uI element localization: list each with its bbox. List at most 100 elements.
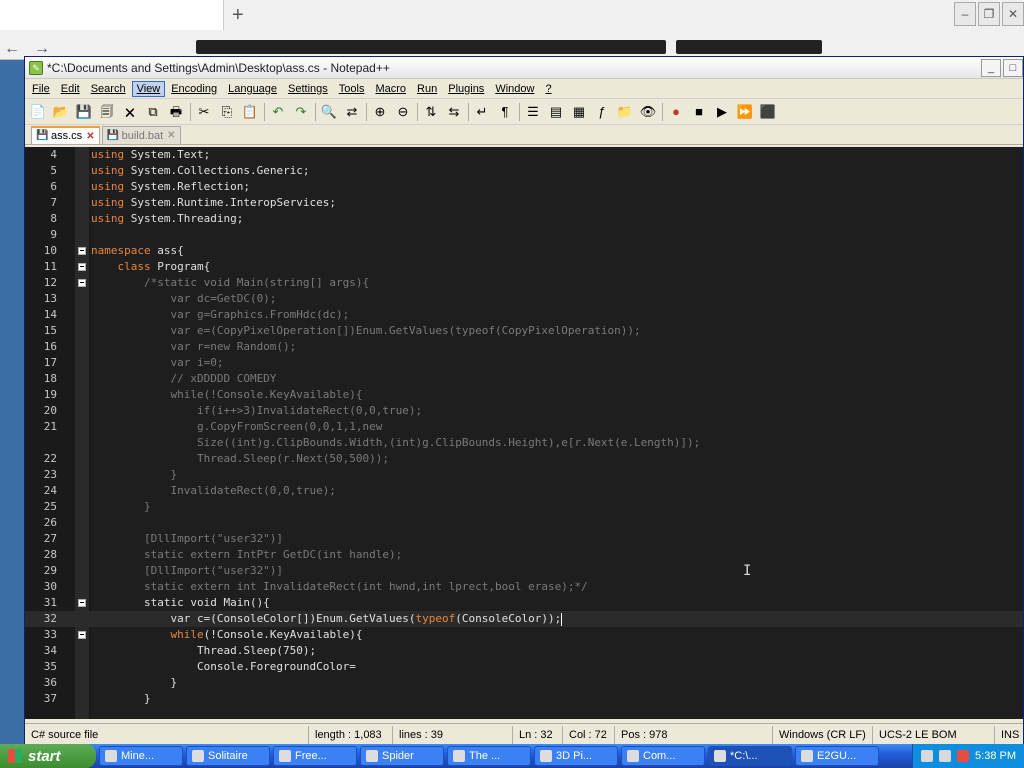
browser-minimize-icon[interactable]: – xyxy=(954,2,976,26)
paste-icon[interactable]: 📋 xyxy=(241,103,259,121)
copy-icon[interactable]: ⎘ xyxy=(218,103,236,121)
title-bar[interactable]: ✎ *C:\Documents and Settings\Admin\Deskt… xyxy=(25,57,1023,79)
print-icon[interactable]: 🖶 xyxy=(167,103,185,121)
code-line[interactable]: 31 static void Main(){ xyxy=(25,595,1023,611)
code-line[interactable]: 21 g.CopyFromScreen(0,0,1,1,new xyxy=(25,419,1023,435)
save-all-icon[interactable]: 🗐 xyxy=(98,103,116,121)
code-line[interactable]: 36 } xyxy=(25,675,1023,691)
maximize-icon[interactable]: □ xyxy=(1003,58,1023,77)
code-line[interactable]: Size((int)g.ClipBounds.Width,(int)g.Clip… xyxy=(25,435,1023,451)
menu-item-view[interactable]: View xyxy=(131,80,166,97)
menu-item-help[interactable]: ? xyxy=(540,81,556,97)
find-icon[interactable]: 🔍 xyxy=(320,103,338,121)
close-file-icon[interactable]: 🗙 xyxy=(121,103,139,121)
menu-item-tools[interactable]: Tools xyxy=(334,81,370,97)
tab-build-bat[interactable]: 💾 build.bat ✕ xyxy=(101,126,181,144)
code-line[interactable]: 4 using System.Text; xyxy=(25,147,1023,163)
fold-toggle-icon[interactable] xyxy=(78,247,86,255)
folder-workspace-icon[interactable]: 📁 xyxy=(616,103,634,121)
menu-item-encoding[interactable]: Encoding xyxy=(166,81,222,97)
network-icon[interactable] xyxy=(939,750,952,762)
status-eol[interactable]: Windows (CR LF) xyxy=(773,725,873,744)
fold-toggle-icon[interactable] xyxy=(78,263,86,271)
redo-icon[interactable]: ↷ xyxy=(292,103,310,121)
monitoring-icon[interactable]: 👁 xyxy=(639,103,657,121)
code-line[interactable]: 27 [DllImport("user32")] xyxy=(25,531,1023,547)
code-line[interactable]: 15 var e=(CopyPixelOperation[])Enum.GetV… xyxy=(25,323,1023,339)
tab-ass-cs[interactable]: 💾 ass.cs ✕ xyxy=(31,126,100,144)
code-line[interactable]: 6 using System.Reflection; xyxy=(25,179,1023,195)
tab-close-icon[interactable]: ✕ xyxy=(86,131,94,142)
close-all-icon[interactable]: ⧉ xyxy=(144,103,162,121)
macro-record-icon[interactable]: ● xyxy=(667,103,685,121)
word-wrap-icon[interactable]: ↵ xyxy=(473,103,491,121)
new-tab-plus-icon[interactable]: + xyxy=(232,4,244,27)
sync-vertical-icon[interactable]: ⇅ xyxy=(422,103,440,121)
fold-toggle-icon[interactable] xyxy=(78,279,86,287)
code-line[interactable]: 24 InvalidateRect(0,0,true); xyxy=(25,483,1023,499)
code-line[interactable]: 29 [DllImport("user32")] xyxy=(25,563,1023,579)
fold-toggle-icon[interactable] xyxy=(78,631,86,639)
menu-item-language[interactable]: Language xyxy=(223,81,282,97)
taskbar-task[interactable]: Free... xyxy=(273,746,357,766)
function-list-icon[interactable]: ƒ xyxy=(593,103,611,121)
taskbar-task[interactable]: Mine... xyxy=(99,746,183,766)
macro-save-icon[interactable]: ⬛ xyxy=(759,103,777,121)
code-line[interactable]: 7 using System.Runtime.InteropServices; xyxy=(25,195,1023,211)
keyboard-icon[interactable] xyxy=(921,750,934,762)
show-all-chars-icon[interactable]: ¶ xyxy=(496,103,514,121)
taskbar-task[interactable]: Spider xyxy=(360,746,444,766)
code-line[interactable]: 13 var dc=GetDC(0); xyxy=(25,291,1023,307)
cut-icon[interactable]: ✂ xyxy=(195,103,213,121)
menu-item-plugins[interactable]: Plugins xyxy=(443,81,489,97)
taskbar-task[interactable]: *C:\... xyxy=(708,746,792,766)
doc-map-icon[interactable]: ▦ xyxy=(570,103,588,121)
tab-close-icon[interactable]: ✕ xyxy=(167,130,175,141)
code-line[interactable]: 11 class Program{ xyxy=(25,259,1023,275)
code-line[interactable]: 16 var r=new Random(); xyxy=(25,339,1023,355)
start-button[interactable]: start xyxy=(0,744,96,768)
taskbar-task[interactable]: Com... xyxy=(621,746,705,766)
browser-close-icon[interactable]: ✕ xyxy=(1002,2,1024,26)
sync-horizontal-icon[interactable]: ⇆ xyxy=(445,103,463,121)
code-line[interactable]: 19 while(!Console.KeyAvailable){ xyxy=(25,387,1023,403)
open-file-icon[interactable]: 📂 xyxy=(52,103,70,121)
code-line[interactable]: 14 var g=Graphics.FromHdc(dc); xyxy=(25,307,1023,323)
menu-item-search[interactable]: Search xyxy=(86,81,131,97)
menu-item-macro[interactable]: Macro xyxy=(370,81,411,97)
code-line[interactable]: 8 using System.Threading; xyxy=(25,211,1023,227)
replace-icon[interactable]: ⇄ xyxy=(343,103,361,121)
shield-icon[interactable] xyxy=(957,750,970,762)
undo-icon[interactable]: ↶ xyxy=(269,103,287,121)
menu-item-file[interactable]: File xyxy=(27,81,55,97)
clock[interactable]: 5:38 PM xyxy=(975,750,1016,762)
code-line[interactable]: 5 using System.Collections.Generic; xyxy=(25,163,1023,179)
code-line[interactable]: 33 while(!Console.KeyAvailable){ xyxy=(25,627,1023,643)
code-line[interactable]: 32 var c=(ConsoleColor[])Enum.GetValues(… xyxy=(25,611,1023,627)
taskbar-task[interactable]: 3D Pi... xyxy=(534,746,618,766)
code-line[interactable]: 18 // xDDDDD COMEDY xyxy=(25,371,1023,387)
code-line[interactable]: 10 namespace ass{ xyxy=(25,243,1023,259)
status-encoding[interactable]: UCS-2 LE BOM xyxy=(873,725,995,744)
udl-icon[interactable]: ▤ xyxy=(547,103,565,121)
macro-run-multiple-icon[interactable]: ⏩ xyxy=(736,103,754,121)
code-line[interactable]: 28 static extern IntPtr GetDC(int handle… xyxy=(25,547,1023,563)
code-line[interactable]: 9 xyxy=(25,227,1023,243)
minimize-icon[interactable]: _ xyxy=(981,58,1001,77)
code-line[interactable]: 35 Console.ForegroundColor= xyxy=(25,659,1023,675)
macro-play-icon[interactable]: ▶ xyxy=(713,103,731,121)
code-line[interactable]: 12 /*static void Main(string[] args){ xyxy=(25,275,1023,291)
code-editor[interactable]: 4 using System.Text; 5 using System.Collect… xyxy=(25,147,1023,719)
taskbar-task[interactable]: Solitaire xyxy=(186,746,270,766)
browser-search-bar[interactable] xyxy=(676,40,822,54)
code-line[interactable]: 37 } xyxy=(25,691,1023,707)
browser-restore-icon[interactable]: ❐ xyxy=(978,2,1000,26)
menu-item-run[interactable]: Run xyxy=(412,81,442,97)
zoom-in-icon[interactable]: ⊕ xyxy=(371,103,389,121)
menu-item-settings[interactable]: Settings xyxy=(283,81,333,97)
zoom-out-icon[interactable]: ⊖ xyxy=(394,103,412,121)
fold-toggle-icon[interactable] xyxy=(78,599,86,607)
new-file-icon[interactable]: 📄 xyxy=(29,103,47,121)
code-line[interactable]: 17 var i=0; xyxy=(25,355,1023,371)
code-line[interactable]: 34 Thread.Sleep(750); xyxy=(25,643,1023,659)
